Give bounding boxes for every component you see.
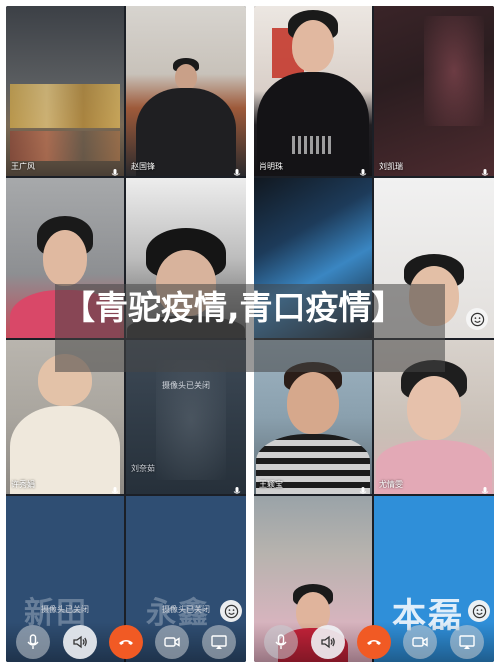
participant-name: 王颖宝 — [259, 480, 283, 489]
smiley-icon — [470, 312, 484, 326]
participant-face — [43, 230, 87, 286]
video-camera-button[interactable] — [155, 625, 190, 659]
hang-up-button[interactable] — [108, 625, 143, 659]
emoji-button[interactable] — [220, 600, 242, 622]
hang-up-icon — [366, 640, 381, 645]
speaker-icon — [72, 635, 87, 649]
participant-face — [287, 372, 339, 434]
video-camera-button[interactable] — [403, 625, 438, 659]
dim-silhouette — [156, 360, 226, 480]
hang-up-icon — [118, 640, 133, 645]
call-toolbar — [254, 622, 494, 662]
video-camera-icon — [412, 637, 429, 647]
participant-face — [407, 376, 461, 440]
shelf — [10, 131, 120, 161]
smiley-icon — [224, 604, 238, 618]
headline-title: 【青驼疫情,青口疫情】 — [62, 288, 405, 327]
mic-icon — [481, 163, 489, 176]
microphone-button[interactable] — [16, 625, 51, 659]
camera-off-label: 摄像头已关闭 — [41, 605, 89, 614]
mic-icon — [111, 163, 119, 176]
hang-up-button[interactable] — [356, 625, 391, 659]
participant-face — [175, 64, 197, 90]
screen-share-icon — [459, 635, 475, 649]
composite-screenshot: 王广风 赵国锋 许秀娟 摄像头已关闭 刘奈茹 新田 摄像头已关闭 永鑫 摄像头已… — [0, 0, 500, 666]
camera-off-label: 摄像头已关闭 — [162, 381, 210, 390]
participant-name: 刘奈茹 — [131, 464, 155, 473]
video-tile[interactable]: 肖明珠 — [254, 6, 372, 176]
video-tile[interactable]: 王广风 — [6, 6, 124, 176]
shelf — [10, 84, 120, 128]
speaker-button[interactable] — [310, 625, 345, 659]
video-tile[interactable]: 刘凯瑞 — [374, 6, 494, 176]
video-tile[interactable]: 赵国锋 — [126, 6, 246, 176]
participant-name: 赵国锋 — [131, 162, 155, 171]
screen-share-icon — [211, 635, 227, 649]
speaker-button[interactable] — [62, 625, 97, 659]
participant-name: 王广风 — [11, 162, 35, 171]
mic-icon — [111, 481, 119, 494]
emoji-button[interactable] — [468, 600, 490, 622]
participant-name: 许秀娟 — [11, 480, 35, 489]
blurred-surface — [424, 16, 484, 126]
call-toolbar — [6, 622, 246, 662]
emoji-button[interactable] — [466, 308, 488, 330]
mic-icon — [233, 481, 241, 494]
video-camera-icon — [164, 637, 181, 647]
microphone-button[interactable] — [264, 625, 299, 659]
shirt-pattern — [292, 136, 334, 154]
screen-share-button[interactable] — [201, 625, 236, 659]
smiley-icon — [472, 604, 486, 618]
mic-icon — [359, 163, 367, 176]
mic-icon — [359, 481, 367, 494]
participant-name: 尤情雯 — [379, 480, 403, 489]
participant-name: 刘凯瑞 — [379, 162, 403, 171]
screen-share-button[interactable] — [449, 625, 484, 659]
microphone-icon — [27, 634, 39, 649]
microphone-icon — [275, 634, 287, 649]
speaker-icon — [320, 635, 335, 649]
mic-icon — [233, 163, 241, 176]
mic-icon — [481, 481, 489, 494]
participant-name: 肖明珠 — [259, 162, 283, 171]
participant-face — [292, 20, 334, 72]
